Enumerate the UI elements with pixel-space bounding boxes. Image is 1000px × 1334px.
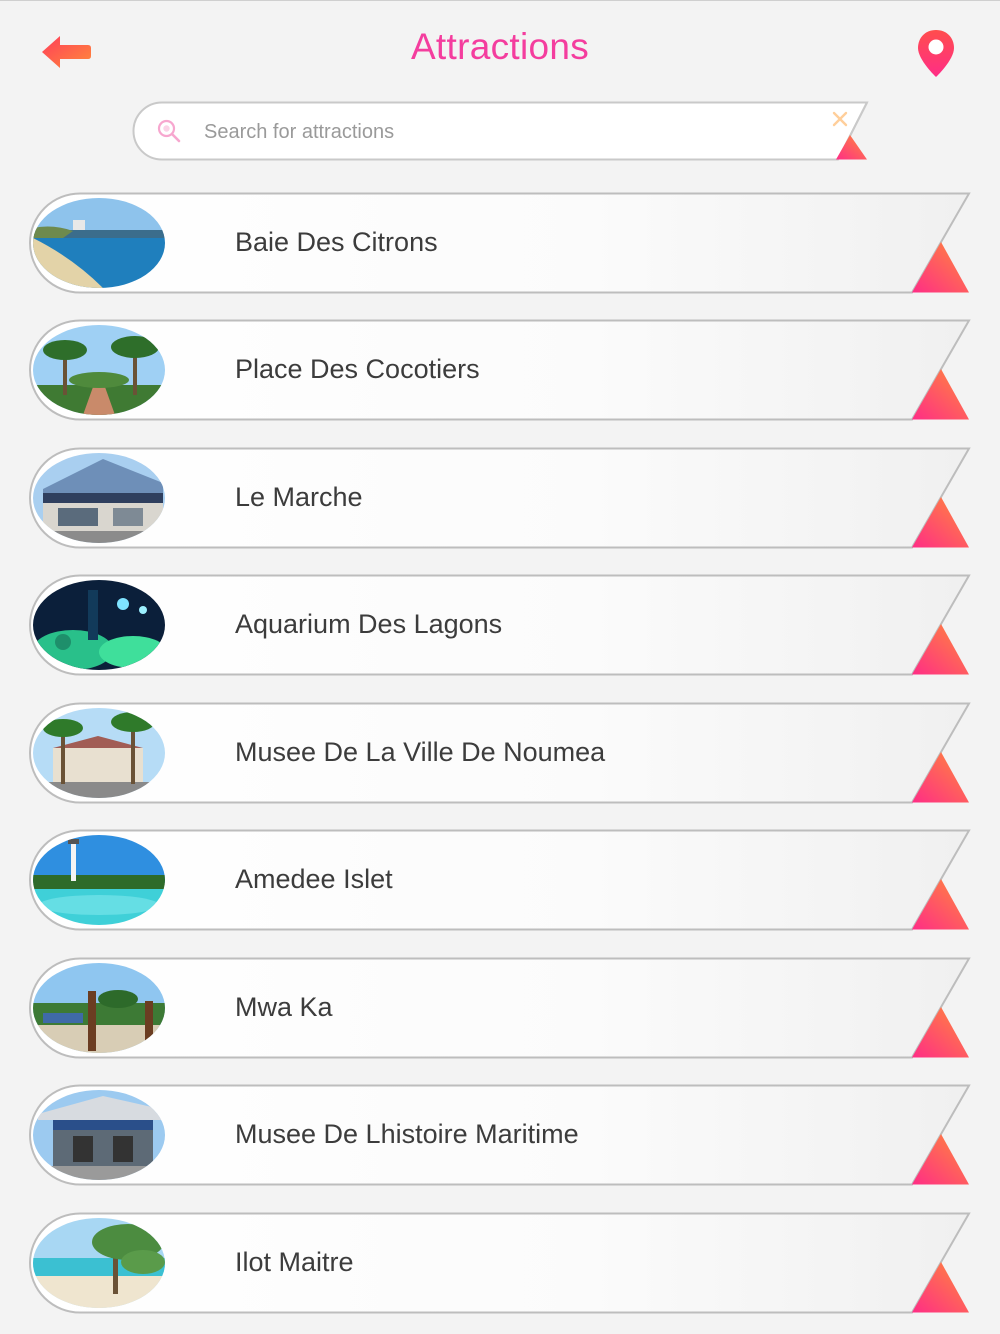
thumbnail-image <box>33 835 165 925</box>
map-button[interactable] <box>914 28 958 80</box>
list-item[interactable]: Aquarium Des Lagons <box>28 574 972 678</box>
list-item[interactable]: Amedee Islet <box>28 829 972 933</box>
list-item[interactable]: Baie Des Citrons <box>28 192 972 296</box>
thumbnail-image <box>33 708 165 798</box>
page-title: Attractions <box>410 26 590 67</box>
item-frame <box>28 319 970 421</box>
list-item[interactable]: Ilot Maitre <box>28 1212 972 1316</box>
thumbnail-image <box>33 580 165 670</box>
item-frame <box>28 1212 970 1314</box>
item-frame <box>28 447 970 549</box>
thumbnail-image <box>33 198 165 288</box>
attraction-name: Aquarium Des Lagons <box>235 609 503 639</box>
list-item[interactable]: Mwa Ka <box>28 957 972 1061</box>
list-item[interactable]: Le Marche <box>28 447 972 551</box>
attraction-name: Place Des Cocotiers <box>235 354 480 384</box>
attraction-name: Musee De Lhistoire Maritime <box>235 1119 579 1149</box>
item-frame <box>28 829 970 931</box>
close-icon[interactable] <box>830 109 850 129</box>
top-divider <box>0 0 1000 1</box>
attraction-name: Amedee Islet <box>235 864 393 894</box>
attraction-name: Baie Des Citrons <box>235 227 438 257</box>
item-frame <box>28 192 970 294</box>
thumbnail-image <box>33 1218 165 1308</box>
search-input[interactable] <box>202 113 826 151</box>
attraction-name: Ilot Maitre <box>235 1247 354 1277</box>
thumbnail-image <box>33 453 165 543</box>
list-item[interactable]: Place Des Cocotiers <box>28 319 972 423</box>
thumbnail-image <box>33 963 165 1053</box>
list-item[interactable]: Musee De Lhistoire Maritime <box>28 1084 972 1188</box>
attraction-name: Mwa Ka <box>235 992 333 1022</box>
list-item[interactable]: Musee De La Ville De Noumea <box>28 702 972 806</box>
item-frame <box>28 957 970 1059</box>
attraction-name: Le Marche <box>235 482 363 512</box>
thumbnail-image <box>33 1090 165 1180</box>
search-bar <box>132 101 869 161</box>
map-pin-icon <box>918 30 954 77</box>
attraction-name: Musee De La Ville De Noumea <box>235 737 606 767</box>
thumbnail-image <box>33 325 165 415</box>
search-icon <box>157 119 181 143</box>
